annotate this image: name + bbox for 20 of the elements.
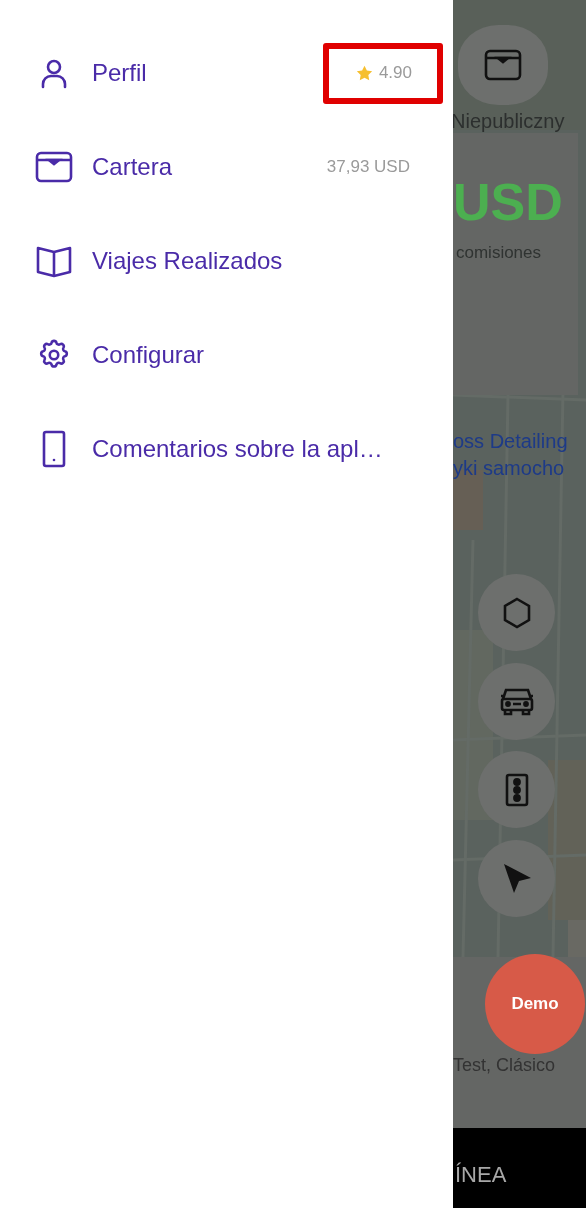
hexagon-icon	[501, 596, 532, 629]
wallet-balance: 37,93 USD	[325, 157, 411, 177]
status-text: ÍNEA	[455, 1162, 507, 1188]
star-icon	[355, 65, 373, 81]
navigation-icon	[501, 862, 532, 894]
balance-amount: USD	[453, 172, 563, 232]
menu-item[interactable]: Perfil 4.90	[0, 26, 453, 120]
wallet-icon	[35, 151, 73, 183]
phone-icon	[42, 430, 66, 468]
map-label: yki samocho	[453, 457, 565, 480]
menu-item[interactable]: Viajes Realizados	[0, 214, 453, 308]
rating-value: 4.90	[378, 63, 412, 83]
map-label: oss Detailing	[453, 430, 568, 453]
traffic-light-icon	[504, 772, 529, 807]
car-icon	[499, 686, 534, 716]
menu-item[interactable]: Comentarios sobre la apl…	[0, 402, 453, 496]
book-icon	[36, 244, 72, 278]
menu-item[interactable]: Cartera 37,93 USD	[0, 120, 453, 214]
wallet-icon	[484, 49, 522, 81]
menu-item[interactable]: Configurar	[0, 308, 453, 402]
